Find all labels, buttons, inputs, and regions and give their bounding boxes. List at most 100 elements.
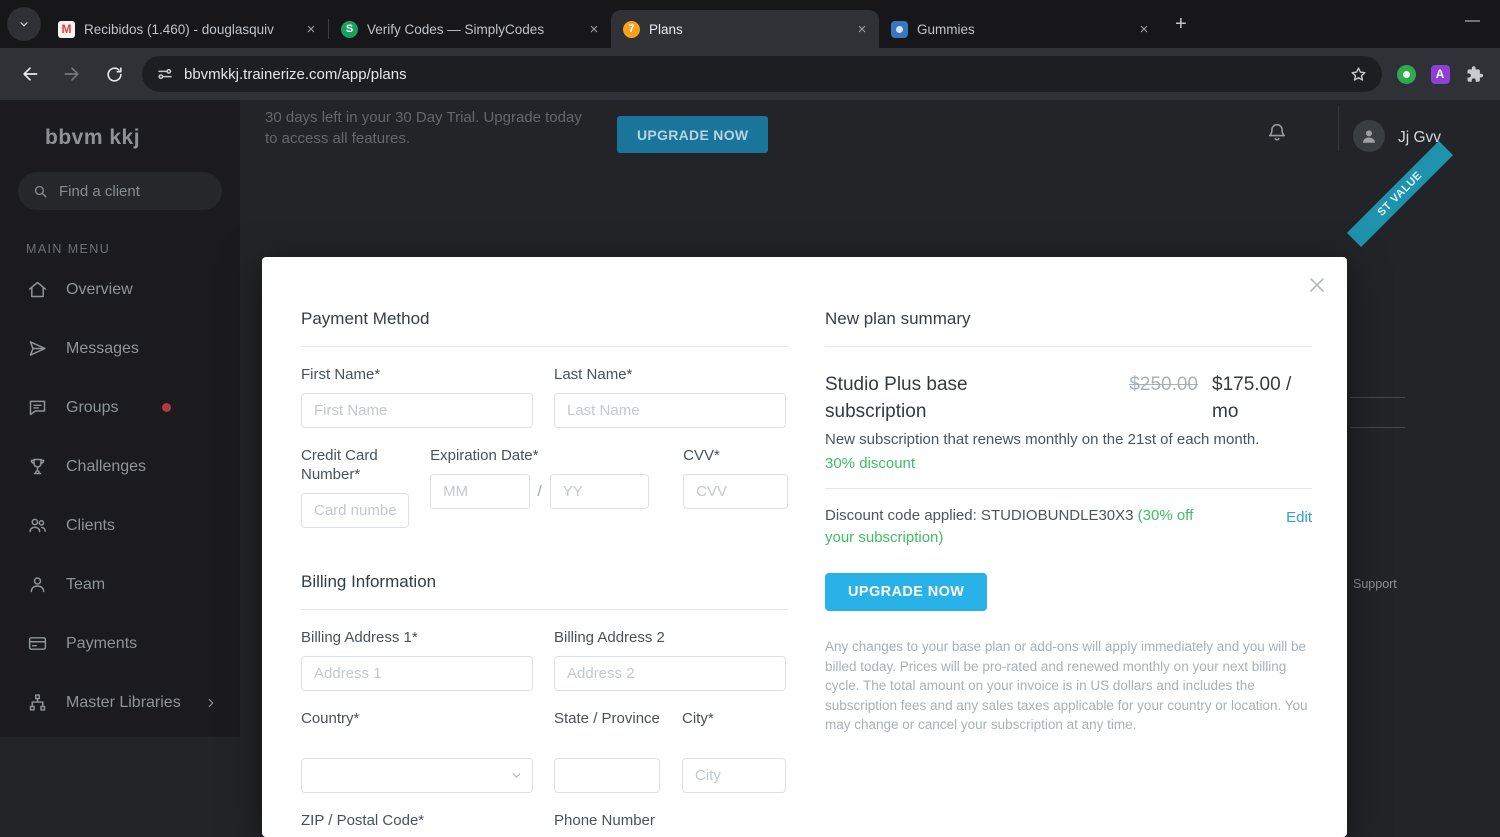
billing-address2-input[interactable]: [554, 656, 786, 691]
extension-green-icon[interactable]: [1395, 63, 1417, 85]
billing-address1-input[interactable]: [301, 656, 533, 691]
old-price: $250.00: [1129, 374, 1198, 395]
background-divider: [1350, 427, 1405, 428]
plan-price: $250.00 $175.00 / mo: [1129, 371, 1312, 425]
simplycodes-icon: S: [341, 20, 358, 38]
tab-gmail[interactable]: M Recibidos (1.460) - douglasquiv ×: [46, 10, 328, 48]
tab-title: Plans: [649, 21, 683, 37]
sidebar-item-payments[interactable]: Payments: [0, 614, 240, 673]
send-icon: [29, 341, 46, 356]
forward-arrow-icon: [64, 67, 79, 81]
last-name-label: Last Name*: [554, 366, 633, 383]
tab-close-icon[interactable]: ×: [853, 20, 871, 38]
zip-field: ZIP / Postal Code*: [301, 811, 533, 837]
plan-summary: New plan summary Studio Plus base subscr…: [825, 309, 1312, 735]
trainerize-icon: 7: [623, 20, 640, 38]
support-link[interactable]: Support: [1353, 577, 1397, 591]
tab-plans-active[interactable]: 7 Plans ×: [611, 10, 879, 48]
first-name-input[interactable]: [301, 393, 533, 428]
sidebar-item-overview[interactable]: Overview: [0, 260, 240, 319]
expiration-year-input[interactable]: [549, 474, 650, 509]
address-bar[interactable]: bbvmkkj.trainerize.com/app/plans: [142, 56, 1382, 92]
billing-information-title: Billing Information: [301, 572, 788, 610]
country-label: Country*: [301, 710, 360, 727]
url-text[interactable]: bbvmkkj.trainerize.com/app/plans: [184, 66, 1339, 83]
background-divider: [1350, 397, 1405, 398]
reload-button[interactable]: [94, 54, 134, 94]
tab-gummies[interactable]: Gummies ×: [879, 10, 1161, 48]
extension-a-icon[interactable]: A: [1429, 63, 1451, 85]
sidebar-item-label: Messages: [66, 339, 139, 357]
person-icon: [30, 577, 45, 593]
sidebar-item-challenges[interactable]: Challenges: [0, 437, 240, 496]
sidebar-item-team[interactable]: Team: [0, 555, 240, 614]
new-price: $175.00 / mo: [1212, 374, 1292, 422]
forward-button[interactable]: [52, 54, 92, 94]
tab-title: Recibidos (1.460) - douglasquiv: [84, 21, 274, 37]
city-input[interactable]: [682, 758, 786, 793]
payment-form: Payment Method First Name* Last Name* Cr…: [301, 309, 788, 837]
sidebar-item-clients[interactable]: Clients: [0, 496, 240, 555]
back-button[interactable]: [10, 54, 50, 94]
site-settings-icon[interactable]: [156, 65, 174, 83]
banner-upgrade-button[interactable]: UPGRADE NOW: [617, 116, 769, 153]
upgrade-plan-modal: Payment Method First Name* Last Name* Cr…: [262, 257, 1347, 837]
browser-tab-strip: M Recibidos (1.460) - douglasquiv × S Ve…: [0, 0, 1500, 48]
tab-close-icon[interactable]: ×: [302, 20, 320, 38]
tab-close-icon[interactable]: ×: [585, 20, 603, 38]
modal-close-button[interactable]: [1305, 273, 1329, 297]
state-input[interactable]: [554, 758, 660, 793]
sidebar: bbvm kkj MAIN MENU Overview Messages Gro…: [0, 100, 240, 737]
sidebar-item-master-libraries[interactable]: Master Libraries: [0, 673, 240, 732]
summary-divider: [825, 488, 1312, 489]
tab-close-icon[interactable]: ×: [1135, 20, 1153, 38]
groups-notification-badge: [162, 403, 172, 412]
terms-fine-print: Any changes to your base plan or add-ons…: [825, 639, 1308, 732]
country-select-wrap: [301, 758, 533, 793]
expiration-month-input[interactable]: [430, 474, 530, 509]
city-field: City*: [682, 709, 786, 793]
user-avatar[interactable]: [1353, 120, 1385, 152]
header-divider: [1338, 106, 1339, 151]
bookmark-star-icon[interactable]: [1349, 65, 1368, 84]
card-number-input[interactable]: [301, 493, 410, 528]
new-tab-button[interactable]: +: [1175, 13, 1187, 36]
minimize-icon[interactable]: —: [1465, 12, 1480, 29]
browser-toolbar: bbvmkkj.trainerize.com/app/plans A: [0, 48, 1500, 100]
last-name-input[interactable]: [554, 393, 786, 428]
extensions-puzzle-icon[interactable]: [1463, 63, 1485, 85]
billing-address1-field: Billing Address 1*: [301, 628, 533, 691]
plan-name: Studio Plus base subscription: [825, 374, 968, 422]
plan-description: New subscription that renews monthly on …: [825, 431, 1260, 448]
client-search[interactable]: [18, 172, 222, 210]
card-number-field: Credit Card Number*: [301, 446, 410, 528]
cvv-input[interactable]: [683, 474, 788, 509]
search-input[interactable]: [59, 182, 199, 200]
summary-title: New plan summary: [825, 309, 1312, 347]
reload-icon: [106, 66, 122, 82]
expiration-field: Expiration Date* /: [430, 446, 650, 528]
notifications-bell-icon[interactable]: [1266, 121, 1288, 148]
sidebar-item-label: Overview: [66, 280, 133, 298]
upgrade-now-button[interactable]: UPGRADE NOW: [825, 573, 988, 611]
discount-code-text: Discount code applied: STUDIOBUNDLE30X3: [825, 507, 1138, 524]
tab-title: Verify Codes — SimplyCodes: [367, 21, 545, 37]
sidebar-item-messages[interactable]: Messages: [0, 319, 240, 378]
edit-discount-link[interactable]: Edit: [1286, 509, 1312, 549]
billing-address2-field: Billing Address 2: [554, 628, 786, 691]
sidebar-item-label: Master Libraries: [66, 693, 181, 711]
tab-search-button[interactable]: [7, 7, 41, 41]
app-logo: bbvm kkj: [45, 126, 141, 149]
sidebar-item-groups[interactable]: Groups: [0, 378, 240, 437]
chevron-right-icon: [208, 698, 214, 707]
country-select[interactable]: [301, 758, 533, 793]
billing-address1-label: Billing Address 1*: [301, 629, 418, 646]
last-name-field: Last Name*: [554, 365, 786, 428]
main-menu-label: MAIN MENU: [26, 242, 111, 256]
first-name-field: First Name*: [301, 365, 533, 428]
sidebar-item-label: Clients: [66, 516, 115, 534]
tab-simplycodes[interactable]: S Verify Codes — SimplyCodes ×: [329, 10, 611, 48]
phone-field: Phone Number: [554, 811, 786, 837]
phone-label: Phone Number: [554, 812, 655, 829]
best-value-ribbon: ST VALUE: [1346, 140, 1454, 248]
